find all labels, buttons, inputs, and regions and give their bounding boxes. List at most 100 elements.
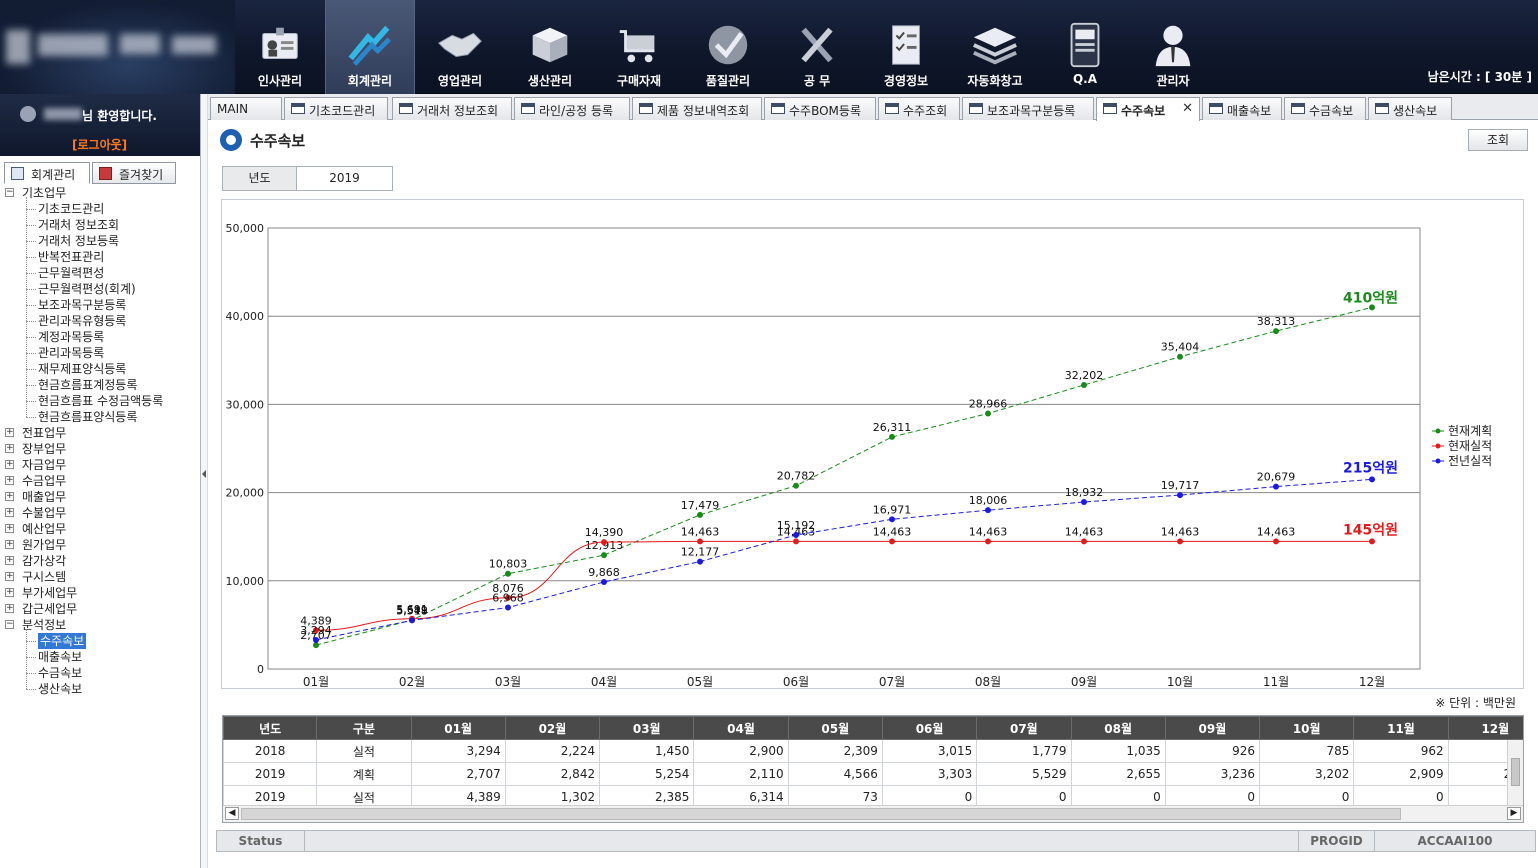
tree-item[interactable]: 재무제표양식등록 bbox=[4, 361, 198, 377]
expand-icon[interactable]: + bbox=[5, 476, 14, 485]
table-cell[interactable]: 2,842 bbox=[504, 762, 601, 786]
tree-group[interactable]: + 원가업무 bbox=[4, 537, 198, 553]
table-cell[interactable]: 실적 bbox=[316, 739, 412, 763]
column-header[interactable]: 01월 bbox=[410, 716, 506, 740]
table-cell[interactable]: 2,224 bbox=[504, 739, 601, 763]
table-row[interactable]: 2018 실적 3,294 2,224 1,450 2,900 2,309 3,015 1,77… bbox=[223, 739, 1523, 763]
tab-doc[interactable]: 수주속보 ✕ bbox=[1096, 97, 1200, 121]
scroll-right-icon[interactable]: ▶ bbox=[1507, 807, 1521, 820]
tree-item[interactable]: 생산속보 bbox=[4, 681, 198, 697]
scroll-left-icon[interactable]: ◀ bbox=[225, 807, 239, 820]
tree-group[interactable]: − 분석정보 bbox=[4, 617, 198, 633]
tab-doc[interactable]: 수주BOM등록 bbox=[764, 97, 876, 120]
tree-group[interactable]: + 수금업무 bbox=[4, 473, 198, 489]
tab-doc[interactable]: 보조과목구분등록 bbox=[962, 97, 1094, 120]
horizontal-scrollbar[interactable]: ◀ ▶ bbox=[223, 805, 1523, 822]
table-cell[interactable]: 962 bbox=[1353, 739, 1449, 763]
expand-icon[interactable]: + bbox=[5, 572, 14, 581]
h-scroll-thumb[interactable] bbox=[241, 808, 1401, 820]
table-cell[interactable]: 5,529 bbox=[976, 762, 1072, 786]
column-header[interactable]: 11월 bbox=[1353, 716, 1449, 740]
menu-tools[interactable]: 공 무 bbox=[772, 0, 862, 94]
tab-doc[interactable]: 수주조회 bbox=[878, 97, 960, 120]
expand-icon[interactable]: + bbox=[5, 604, 14, 613]
menu-checklist[interactable]: 경영정보 bbox=[861, 0, 951, 94]
tree-group[interactable]: + 수불업무 bbox=[4, 505, 198, 521]
expand-icon[interactable]: + bbox=[5, 428, 14, 437]
menu-layers[interactable]: 자동화창고 bbox=[950, 0, 1040, 94]
table-cell[interactable]: 785 bbox=[1259, 739, 1355, 763]
expand-icon[interactable]: + bbox=[5, 508, 14, 517]
table-cell[interactable]: 3,015 bbox=[881, 739, 978, 763]
tree-group[interactable]: + 장부업무 bbox=[4, 441, 198, 457]
collapse-icon[interactable]: − bbox=[5, 620, 14, 629]
tree-item[interactable]: 관리과목등록 bbox=[4, 345, 198, 361]
column-header[interactable]: 12월 bbox=[1447, 716, 1523, 740]
tree-item[interactable]: 계정과목등록 bbox=[4, 329, 198, 345]
search-button[interactable]: 조회 bbox=[1468, 129, 1528, 151]
year-value[interactable]: 2019 bbox=[297, 167, 392, 190]
table-row[interactable]: 2019 계획 2,707 2,842 5,254 2,110 4,566 3,303 5,52… bbox=[223, 762, 1523, 786]
tree-group[interactable]: + 매출업무 bbox=[4, 489, 198, 505]
expand-icon[interactable]: + bbox=[5, 492, 14, 501]
menu-pie-check[interactable]: 품질관리 bbox=[683, 0, 773, 94]
menu-id-card[interactable]: 인사관리 bbox=[235, 0, 325, 94]
table-cell[interactable]: 5,254 bbox=[599, 762, 695, 786]
tree-item[interactable]: 현금흐름표 수정금액등록 bbox=[4, 393, 198, 409]
tree-item[interactable]: 기초코드관리 bbox=[4, 201, 198, 217]
table-cell[interactable]: 1,450 bbox=[599, 739, 695, 763]
tree-group[interactable]: + 감가상각 bbox=[4, 553, 198, 569]
tree-item[interactable]: 수주속보 bbox=[4, 633, 198, 649]
table-cell[interactable]: 2,309 bbox=[787, 739, 883, 763]
menu-admin-user[interactable]: 관리자 bbox=[1128, 0, 1218, 94]
menu-cart[interactable]: 구매자재 bbox=[594, 0, 684, 94]
column-header[interactable]: 년도 bbox=[223, 716, 318, 740]
table-cell[interactable]: 2018 bbox=[223, 739, 318, 763]
table-cell[interactable]: 2,909 bbox=[1353, 762, 1449, 786]
tree-group[interactable]: + 구시스템 bbox=[4, 569, 198, 585]
expand-icon[interactable]: + bbox=[5, 444, 14, 453]
expand-icon[interactable]: + bbox=[5, 556, 14, 565]
table-cell[interactable]: 2,707 bbox=[410, 762, 506, 786]
table-cell[interactable]: 2019 bbox=[223, 762, 318, 786]
tree-item[interactable]: 근무월력편성 bbox=[4, 265, 198, 281]
tree-item[interactable]: 현금흐름표양식등록 bbox=[4, 409, 198, 425]
column-header[interactable]: 08월 bbox=[1070, 716, 1166, 740]
table-cell[interactable]: 4,566 bbox=[787, 762, 883, 786]
tree-group[interactable]: − 기초업무 bbox=[4, 185, 198, 201]
tree-item[interactable]: 수금속보 bbox=[4, 665, 198, 681]
tab-doc[interactable]: 수금속보 bbox=[1284, 97, 1366, 120]
table-cell[interactable]: 3,202 bbox=[1259, 762, 1355, 786]
tree-item[interactable]: 현금흐름표계정등록 bbox=[4, 377, 198, 393]
tab-accounting[interactable]: 회계관리 bbox=[4, 162, 90, 184]
tree-item[interactable]: 보조과목구분등록 bbox=[4, 297, 198, 313]
table-cell[interactable]: 3,294 bbox=[410, 739, 506, 763]
table-cell[interactable]: 2,655 bbox=[1070, 762, 1166, 786]
tab-doc[interactable]: 매출속보 bbox=[1202, 97, 1282, 120]
column-header[interactable]: 구분 bbox=[316, 716, 412, 740]
column-header[interactable]: 05월 bbox=[787, 716, 883, 740]
menu-handshake[interactable]: 영업관리 bbox=[415, 0, 505, 94]
menu-report[interactable]: Q.A bbox=[1040, 0, 1130, 94]
tab-doc[interactable]: 제품 정보내역조회 bbox=[632, 97, 762, 120]
tree-group[interactable]: + 예산업무 bbox=[4, 521, 198, 537]
tree-item[interactable]: 거래처 정보등록 bbox=[4, 233, 198, 249]
column-header[interactable]: 04월 bbox=[693, 716, 789, 740]
tab-favorites[interactable]: 즐겨찾기 bbox=[92, 162, 176, 184]
column-header[interactable]: 09월 bbox=[1164, 716, 1261, 740]
tree-group[interactable]: + 자금업무 bbox=[4, 457, 198, 473]
tree-group[interactable]: + 갑근세업무 bbox=[4, 601, 198, 617]
expand-icon[interactable]: + bbox=[5, 524, 14, 533]
table-cell[interactable]: 3,303 bbox=[881, 762, 978, 786]
column-header[interactable]: 03월 bbox=[599, 716, 695, 740]
tree-item[interactable]: 거래처 정보조회 bbox=[4, 217, 198, 233]
table-cell[interactable]: 2,110 bbox=[693, 762, 789, 786]
table-cell[interactable]: 926 bbox=[1164, 739, 1261, 763]
logout-link[interactable]: [로그아웃] bbox=[72, 136, 127, 153]
tab-main[interactable]: MAIN bbox=[210, 97, 282, 120]
tab-doc[interactable]: 거래처 정보조회 bbox=[392, 97, 512, 120]
column-header[interactable]: 06월 bbox=[881, 716, 978, 740]
column-header[interactable]: 02월 bbox=[504, 716, 601, 740]
tree-item[interactable]: 관리과목유형등록 bbox=[4, 313, 198, 329]
table-cell[interactable]: 3,236 bbox=[1164, 762, 1261, 786]
